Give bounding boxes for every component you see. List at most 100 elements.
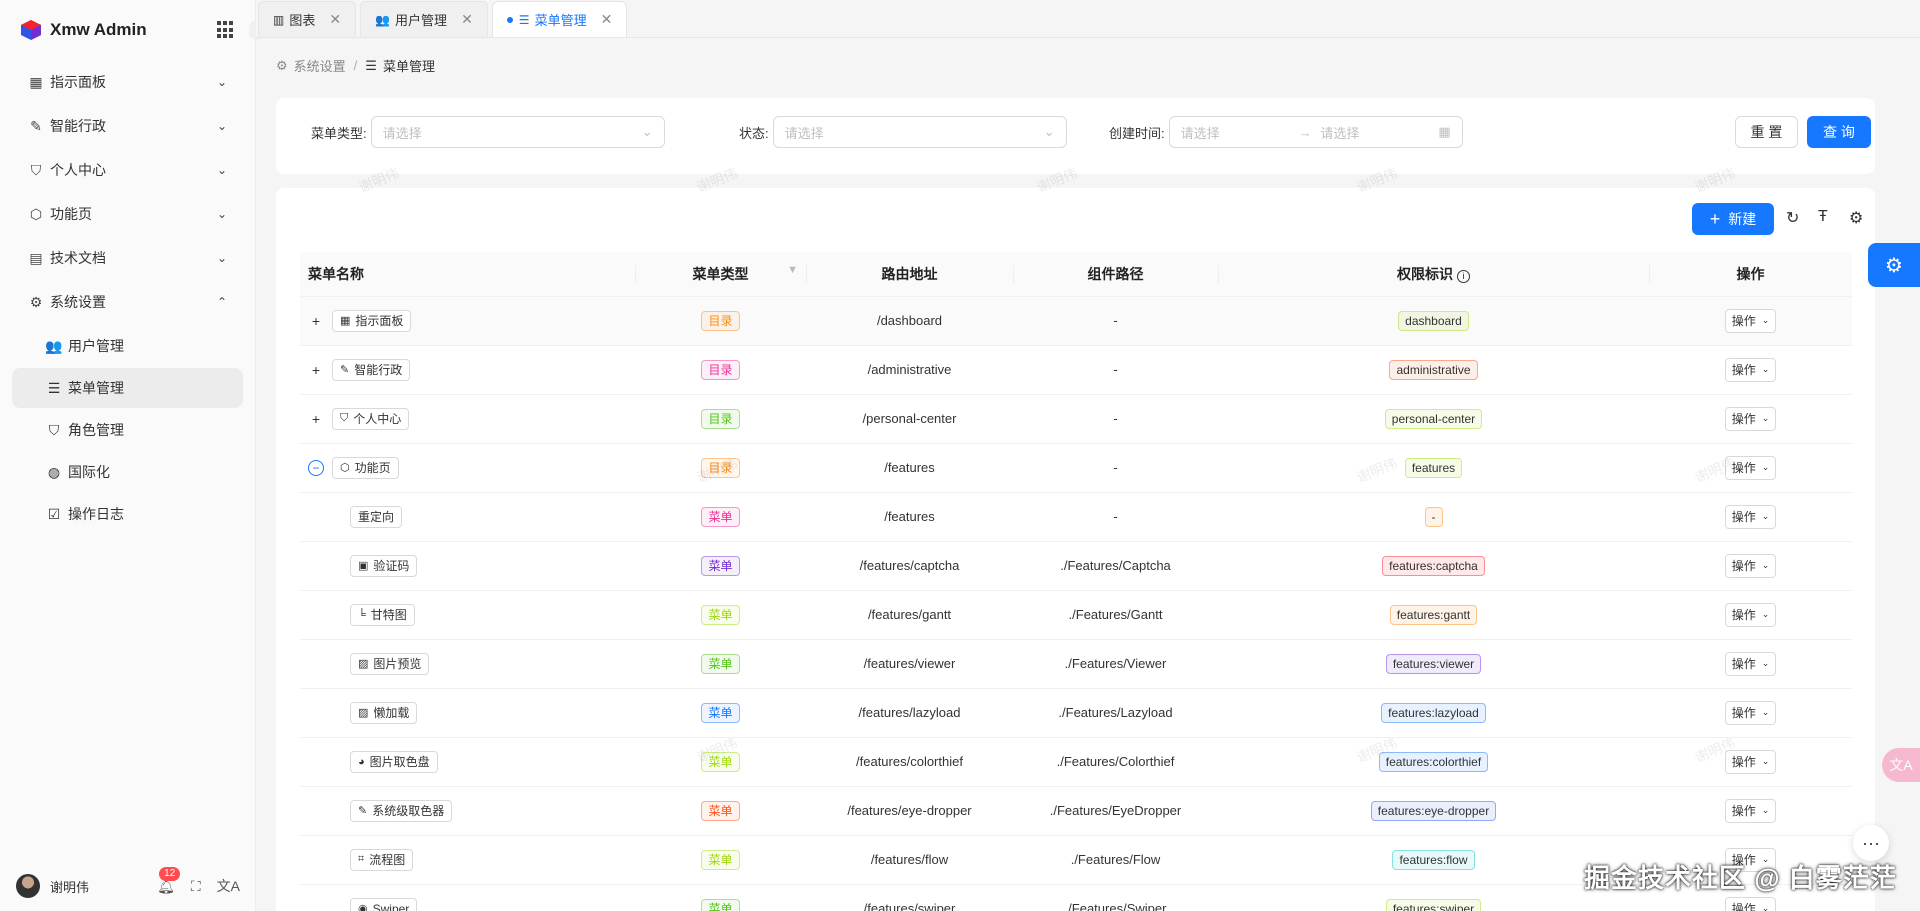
tab-2[interactable]: 👥 用户管理 ✕	[360, 1, 488, 37]
sidebar-item-5[interactable]: ▤ 技术文档 ⌄	[12, 236, 243, 280]
menu-icon: ☰	[47, 379, 61, 396]
date-range-picker[interactable]: 请选择 → 请选择 ▦	[1168, 116, 1463, 148]
cell-route: /features/flow	[806, 835, 1013, 885]
action-dropdown-button[interactable]: 操作 ⌄	[1724, 651, 1777, 676]
permission-tag: features:gantt	[1389, 604, 1478, 625]
more-options-button[interactable]: ···	[1853, 825, 1889, 861]
cell-component: -	[1013, 345, 1218, 395]
action-dropdown-button[interactable]: 操作 ⌄	[1724, 896, 1777, 911]
action-dropdown-button[interactable]: 操作 ⌄	[1724, 749, 1777, 774]
cell-action: 操作 ⌄	[1649, 394, 1852, 444]
density-icon[interactable]: Ŧ	[1818, 208, 1828, 226]
close-icon[interactable]: ✕	[461, 11, 473, 28]
cell-component: -	[1013, 492, 1218, 542]
sidebar-item-6[interactable]: ⚙ 系统设置 ⌃	[12, 280, 243, 324]
action-dropdown-button[interactable]: 操作 ⌄	[1724, 357, 1777, 382]
table-row[interactable]: ▨ 图片预览 菜单 /features/viewer ./Features/Vie…	[300, 639, 1852, 689]
sidebar-subitem-1[interactable]: 👥 用户管理	[12, 326, 243, 366]
menu-type-select[interactable]: 请选择 ⌄	[370, 116, 665, 148]
chevron-down-icon: ⌄	[1761, 658, 1770, 668]
cell-route: /administrative	[806, 345, 1013, 395]
action-dropdown-button[interactable]: 操作 ⌄	[1724, 602, 1777, 627]
action-dropdown-button[interactable]: 操作 ⌄	[1724, 308, 1777, 333]
cell-component: -	[1013, 394, 1218, 444]
query-button[interactable]: 查 询	[1807, 116, 1871, 148]
menu-item-icon: ⌗	[358, 853, 365, 865]
sidebar-subitem-2[interactable]: ☰ 菜单管理	[12, 368, 243, 408]
avatar[interactable]	[16, 874, 40, 898]
table-row[interactable]: ✎ 系统级取色器 菜单 /features/eye-dropper ./Featu…	[300, 786, 1852, 836]
translate-float-button[interactable]: 文A	[1882, 748, 1920, 782]
sidebar-subitem-label: 操作日志	[68, 506, 124, 522]
action-dropdown-button[interactable]: 操作 ⌄	[1724, 504, 1777, 529]
menu-name-tag: ✎ 智能行政	[332, 358, 411, 381]
users-icon: 👥	[45, 337, 63, 354]
cell-type: 菜单	[635, 786, 806, 836]
sidebar-subitem-3[interactable]: ⛉ 角色管理	[12, 410, 243, 450]
breadcrumb-parent[interactable]: 系统设置	[294, 56, 346, 75]
column-header-type[interactable]: 菜单类型 ▼	[635, 252, 806, 297]
action-dropdown-button[interactable]: 操作 ⌄	[1724, 455, 1777, 480]
start-date-input[interactable]: 请选择	[1181, 123, 1220, 142]
table-row[interactable]: ╘ 甘特图 菜单 /features/gantt ./Features/Gantt…	[300, 590, 1852, 640]
expand-icon[interactable]: +	[308, 362, 324, 378]
table-row[interactable]: + ⛉ 个人中心 目录 /personal-center - personal-ce…	[300, 394, 1852, 444]
sidebar-subitem-4[interactable]: ◍ 国际化	[12, 452, 243, 492]
table-row[interactable]: ◕ 图片取色盘 菜单 /features/colorthief ./Feature…	[300, 737, 1852, 787]
sidebar-item-2[interactable]: ✎ 智能行政 ⌄	[12, 104, 243, 148]
cell-permission: personal-center	[1218, 394, 1649, 444]
menu-icon: ☰	[365, 57, 377, 73]
table-row[interactable]: ▣ 验证码 菜单 /features/captcha ./Features/Cap…	[300, 541, 1852, 591]
active-dot	[506, 16, 513, 23]
fullscreen-icon[interactable]: ⛶	[191, 878, 201, 895]
permission-tag: -	[1424, 506, 1443, 527]
collapse-icon[interactable]: −	[308, 459, 324, 476]
cell-component: ./Features/Captcha	[1013, 541, 1218, 591]
cell-action: 操作 ⌄	[1649, 443, 1852, 493]
tab-icon: ☰	[518, 12, 530, 27]
expand-icon[interactable]: +	[308, 411, 324, 427]
close-icon[interactable]: ✕	[329, 11, 341, 28]
cell-route: /features/colorthief	[806, 737, 1013, 787]
action-dropdown-button[interactable]: 操作 ⌄	[1724, 798, 1777, 823]
table-row[interactable]: − ⬡ 功能页 目录 /features - features 操作 ⌄	[300, 443, 1852, 493]
table-row[interactable]: + ✎ 智能行政 目录 /administrative - administrati…	[300, 345, 1852, 395]
expand-icon[interactable]: +	[308, 313, 324, 329]
sidebar-subitem-5[interactable]: ☑ 操作日志	[12, 494, 243, 534]
sidebar: Xmw Admin ▦ 指示面板 ⌄ ✎ 智能行政 ⌄ ⛉ 个人中心 ⌄ ⬡ 功能页 …	[0, 0, 256, 911]
theme-settings-button[interactable]: ⚙	[1868, 243, 1920, 287]
translate-icon[interactable]: 文A	[217, 876, 240, 896]
action-dropdown-button[interactable]: 操作 ⌄	[1724, 700, 1777, 725]
action-dropdown-button[interactable]: 操作 ⌄	[1724, 553, 1777, 578]
info-icon[interactable]: i	[1456, 269, 1470, 283]
reload-icon[interactable]: ↻	[1786, 208, 1799, 228]
menu-type-label: 菜单类型:	[311, 125, 367, 141]
column-settings-icon[interactable]: ⚙	[1849, 208, 1863, 228]
status-select[interactable]: 请选择 ⌄	[772, 116, 1067, 148]
column-header-route: 路由地址	[806, 252, 1013, 297]
table-row[interactable]: + ▦ 指示面板 目录 /dashboard - dashboard 操作 ⌄	[300, 296, 1852, 346]
apps-grid-icon[interactable]	[217, 21, 235, 39]
sidebar-item-3[interactable]: ⛉ 个人中心 ⌄	[12, 148, 243, 192]
tab-1[interactable]: ▥ 图表 ✕	[258, 1, 357, 37]
sidebar-item-1[interactable]: ▦ 指示面板 ⌄	[12, 60, 243, 104]
user-name[interactable]: 谢明伟	[50, 877, 141, 896]
notification-bell-icon[interactable]: 🔔︎ 12	[157, 866, 181, 895]
cell-type: 菜单	[635, 737, 806, 787]
table-row[interactable]: 重定向 菜单 /features - - 操作 ⌄	[300, 492, 1852, 542]
sidebar-item-4[interactable]: ⬡ 功能页 ⌄	[12, 192, 243, 236]
type-tag: 菜单	[701, 653, 740, 674]
cell-permission: administrative	[1218, 345, 1649, 395]
action-dropdown-button[interactable]: 操作 ⌄	[1724, 406, 1777, 431]
tab-3[interactable]: ☰ 菜单管理 ✕	[491, 1, 628, 37]
document-icon: ▤	[29, 249, 43, 266]
cell-component: ./Features/EyeDropper	[1013, 786, 1218, 836]
new-button[interactable]: + 新建	[1692, 203, 1774, 235]
end-date-input[interactable]: 请选择	[1320, 123, 1359, 142]
filter-icon[interactable]: ▼	[787, 264, 798, 276]
reset-button[interactable]: 重 置	[1735, 116, 1798, 148]
menu-item-icon: ⛉	[340, 412, 349, 424]
close-icon[interactable]: ✕	[601, 11, 613, 28]
menu-item-icon: ⬡	[340, 462, 350, 474]
table-row[interactable]: ▨ 懒加载 菜单 /features/lazyload ./Features/La…	[300, 688, 1852, 738]
